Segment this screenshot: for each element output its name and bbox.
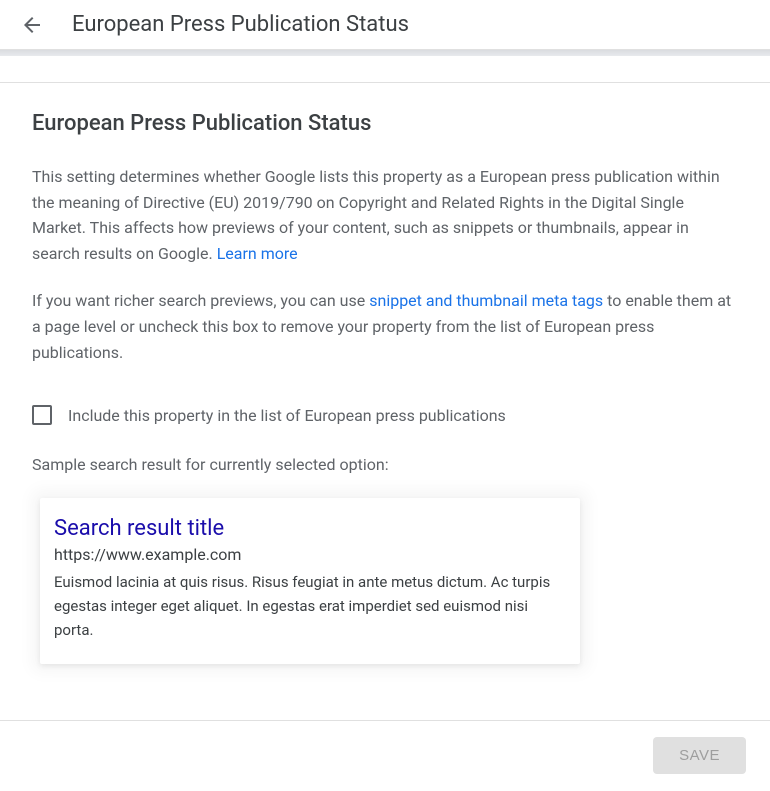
back-arrow-icon[interactable] bbox=[20, 13, 44, 37]
description-text-2a: If you want richer search previews, you … bbox=[32, 291, 369, 310]
header-bar: European Press Publication Status bbox=[0, 0, 770, 50]
sample-search-result-card: Search result title https://www.example.… bbox=[40, 498, 580, 664]
panel-title: European Press Publication Status bbox=[32, 111, 738, 136]
save-button[interactable]: SAVE bbox=[653, 737, 746, 774]
snippet-meta-tags-link[interactable]: snippet and thumbnail meta tags bbox=[369, 291, 603, 310]
learn-more-link[interactable]: Learn more bbox=[217, 244, 298, 263]
checkbox-label[interactable]: Include this property in the list of Eur… bbox=[68, 406, 506, 425]
checkbox-row: Include this property in the list of Eur… bbox=[32, 405, 738, 425]
sample-label: Sample search result for currently selec… bbox=[32, 455, 738, 474]
sample-card-wrapper: Search result title https://www.example.… bbox=[32, 490, 588, 672]
description-paragraph-1: This setting determines whether Google l… bbox=[32, 164, 738, 266]
footer-bar: SAVE bbox=[0, 720, 770, 790]
page-title: European Press Publication Status bbox=[72, 12, 409, 37]
description-paragraph-2: If you want richer search previews, you … bbox=[32, 288, 738, 365]
main-panel: European Press Publication Status This s… bbox=[0, 82, 770, 696]
description-text-1: This setting determines whether Google l… bbox=[32, 167, 720, 263]
sample-result-url: https://www.example.com bbox=[54, 545, 560, 564]
sample-result-snippet: Euismod lacinia at quis risus. Risus feu… bbox=[54, 570, 560, 642]
spacer bbox=[0, 56, 770, 82]
sample-result-title: Search result title bbox=[54, 516, 560, 541]
include-property-checkbox[interactable] bbox=[32, 405, 52, 425]
